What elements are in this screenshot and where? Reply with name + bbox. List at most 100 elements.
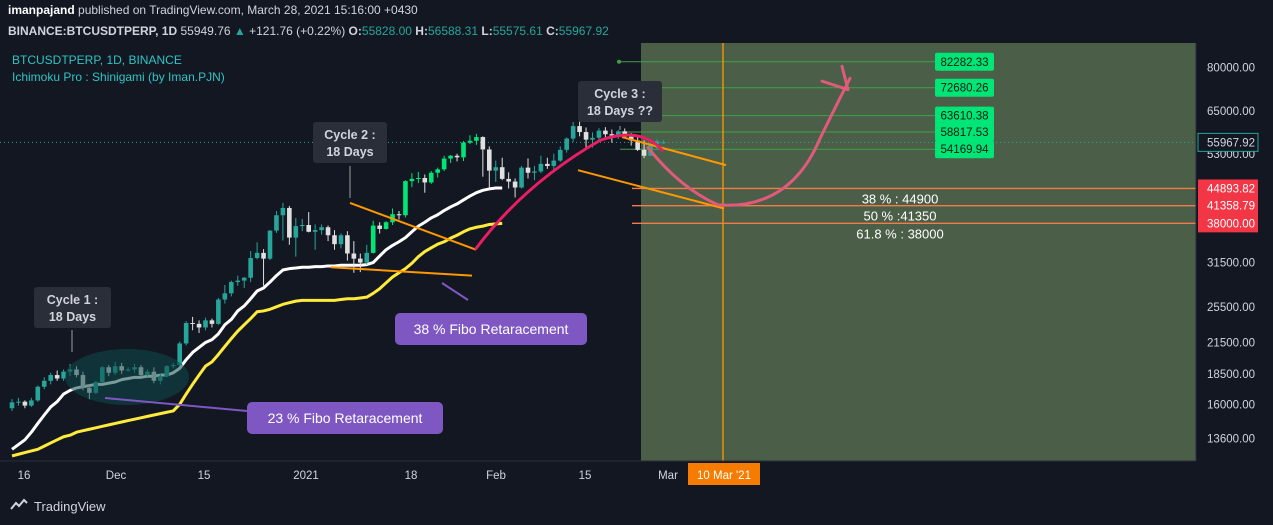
candle-body — [16, 401, 21, 403]
candle-body — [441, 158, 447, 170]
forecast-zone — [641, 43, 1196, 461]
price-axis-tick: 31500.00 — [1207, 258, 1255, 270]
candle-body — [332, 235, 337, 245]
target-tag-text: 82282.33 — [941, 57, 989, 69]
cycle1-highlight-ellipse — [65, 349, 189, 405]
candle-body — [299, 225, 305, 227]
candle-body — [351, 253, 357, 259]
candle-body — [293, 226, 299, 238]
candle-body — [9, 402, 15, 409]
time-axis-tick: Feb — [486, 470, 506, 482]
candle-body — [358, 258, 363, 263]
time-axis-tick: 18 — [405, 470, 418, 482]
candle-body — [403, 181, 408, 216]
candle-body — [29, 400, 34, 406]
fibo-callout-text: 23 % Fibo Retaracement — [268, 410, 423, 426]
candle-body — [435, 169, 440, 173]
candle-body — [222, 293, 228, 300]
candle-body — [254, 252, 260, 258]
fib-level-label: 38 % : 44900 — [862, 191, 939, 206]
candle-body — [480, 137, 486, 150]
candle-body — [48, 375, 53, 381]
price-axis-tick: 80000.00 — [1207, 63, 1255, 75]
candle-body — [461, 142, 466, 158]
candle-body — [261, 252, 266, 259]
price-axis-tick: 21500.00 — [1207, 337, 1255, 349]
candle-body — [564, 138, 569, 150]
candle-body — [280, 207, 286, 216]
candle-body — [532, 171, 537, 173]
candle-body — [345, 235, 350, 254]
candle-body — [203, 320, 208, 328]
tradingview-brand: TradingView — [34, 499, 106, 514]
fib-level-label: 50 % :41350 — [863, 209, 936, 224]
candle-body — [416, 178, 421, 180]
candle-body — [551, 160, 557, 166]
candle-body — [454, 155, 460, 158]
price-axis-tick: 16000.00 — [1207, 399, 1255, 411]
fib-price-tag-text: 38000.00 — [1207, 218, 1255, 230]
candle-body — [525, 167, 531, 173]
cycle-label-line1: Cycle 1 : — [47, 293, 98, 307]
candle-body — [325, 227, 331, 236]
candle-body — [377, 225, 382, 229]
candle-body — [583, 132, 589, 140]
candle-body — [241, 277, 247, 281]
candle-body — [641, 149, 647, 156]
legend-series-title[interactable]: BTCUSDTPERP, 1D, BINANCE — [12, 52, 225, 69]
candle-body — [467, 140, 473, 143]
candle-body — [545, 163, 550, 166]
legend-indicator[interactable]: Ichimoku Pro : Shinigami (by Iman.PJN) — [12, 69, 225, 86]
candle-body — [538, 163, 544, 172]
time-axis-tick: 15 — [198, 470, 211, 482]
date-cursor-tag-text: 10 Mar '21 — [697, 470, 751, 482]
candle-body — [448, 155, 453, 159]
candle-body — [183, 322, 189, 344]
fib-level-label: 61.8 % : 38000 — [856, 226, 943, 241]
candle-body — [306, 225, 311, 232]
target-anchor-dot — [617, 59, 621, 64]
candle-body — [577, 126, 582, 133]
candle-body — [235, 280, 241, 283]
candle-body — [364, 252, 370, 263]
target-tag-text: 63610.38 — [941, 111, 989, 123]
candle-body — [493, 167, 499, 171]
cycle-label-line1: Cycle 3 : — [594, 87, 645, 101]
target-tag-text: 54169.94 — [941, 144, 990, 156]
candle-body — [248, 257, 253, 278]
candle-body — [267, 230, 273, 259]
tradingview-logo-icon — [10, 498, 28, 515]
chart-legend: BTCUSDTPERP, 1D, BINANCE Ichimoku Pro : … — [12, 52, 225, 86]
candle-body — [274, 215, 279, 231]
candle-body — [474, 137, 479, 141]
time-axis-tick: Dec — [106, 470, 127, 482]
cycle-label-line2: 18 Days — [326, 145, 373, 159]
time-axis-tick: 2021 — [293, 470, 319, 482]
candle-body — [22, 401, 28, 406]
candle-body — [319, 227, 324, 231]
cycle-label-line2: 18 Days ?? — [587, 104, 653, 118]
candle-body — [312, 230, 318, 232]
cycle-label-line2: 18 Days — [49, 310, 96, 324]
price-axis-tick: 65000.00 — [1207, 106, 1255, 118]
candle-body — [54, 375, 60, 379]
candle-body — [487, 149, 492, 171]
candle-body — [35, 386, 41, 401]
candle-body — [506, 178, 511, 182]
time-axis-tick: Mar — [658, 470, 678, 482]
candle-body — [383, 222, 389, 229]
current-price-tag-text: 55967.92 — [1207, 137, 1255, 149]
candle-body — [229, 282, 234, 294]
candle-body — [287, 207, 292, 238]
candle-body — [370, 225, 376, 253]
candle-body — [196, 323, 202, 328]
candle-body — [519, 167, 524, 188]
candle-body — [661, 142, 666, 144]
candle-body — [41, 380, 47, 387]
fib-price-tag-text: 44893.82 — [1207, 183, 1255, 195]
candle-body — [428, 172, 434, 183]
candle-body — [396, 214, 402, 216]
candle-body — [512, 181, 518, 188]
tradingview-logo[interactable]: TradingView — [10, 498, 106, 515]
candle-body — [190, 322, 195, 324]
